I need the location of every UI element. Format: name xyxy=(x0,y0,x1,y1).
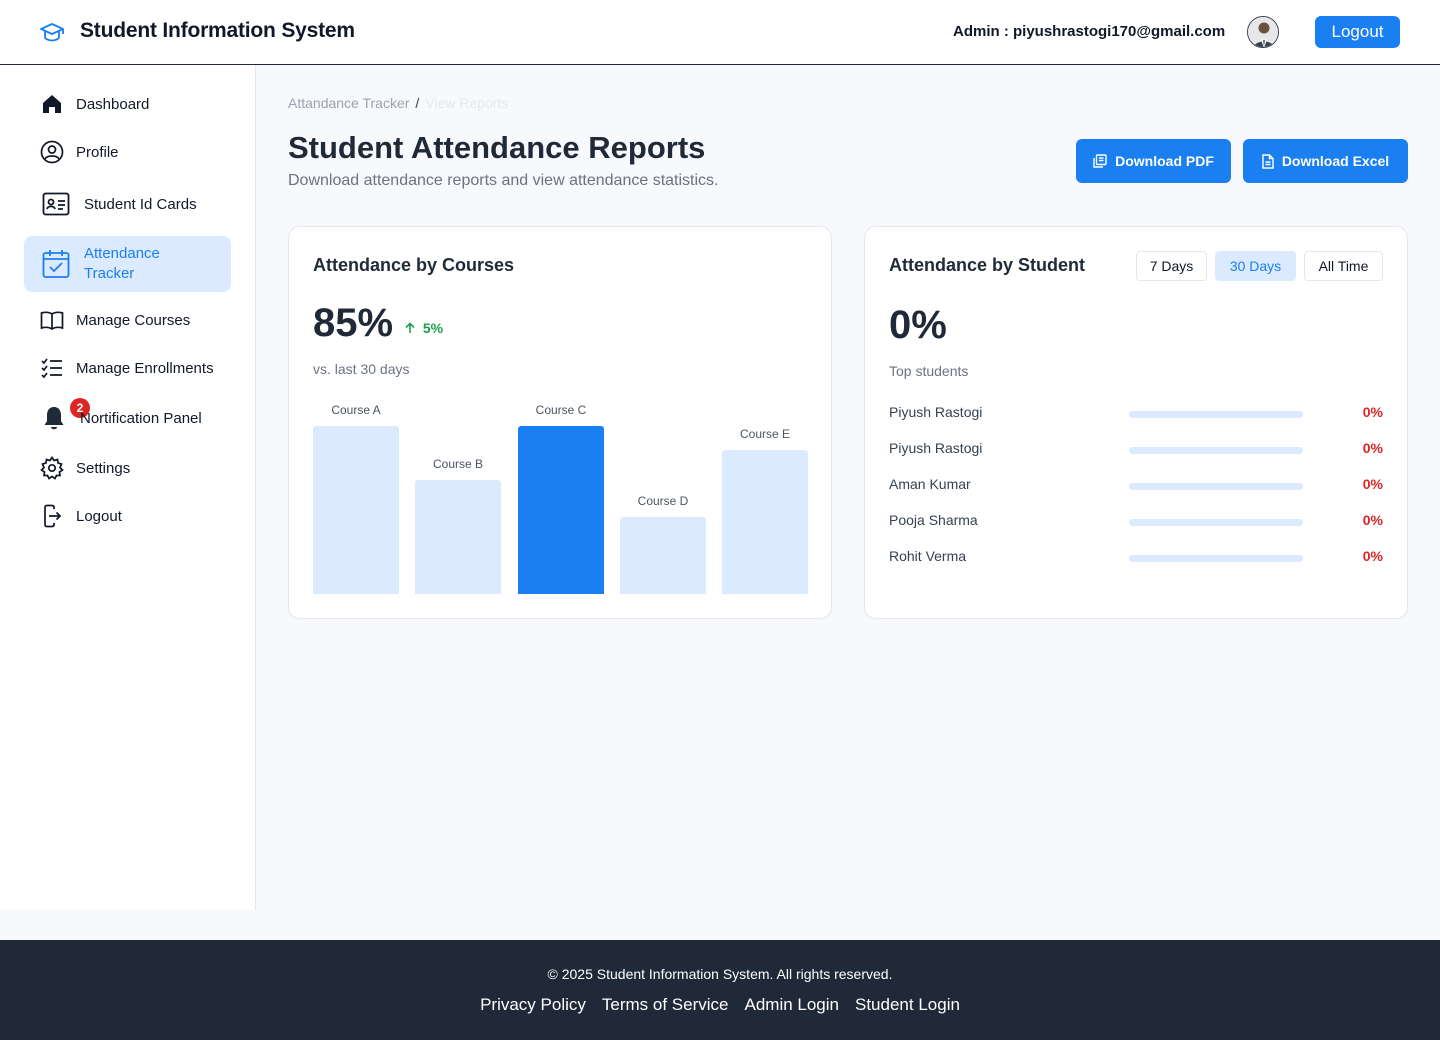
sidebar-item-label: Dashboard xyxy=(76,95,150,113)
student-name: Aman Kumar xyxy=(889,476,971,492)
sidebar-item-manage-enrollments[interactable]: Manage Enrollments xyxy=(24,355,231,381)
course-bar-label: Course C xyxy=(535,403,587,417)
student-attendance-percent: 0% xyxy=(1362,548,1383,564)
course-bar-label: Course D xyxy=(637,494,689,508)
sidebar-item-manage-courses[interactable]: Manage Courses xyxy=(24,307,231,333)
sidebar-item-student-id-cards[interactable]: Student Id Cards xyxy=(24,191,231,217)
logout-button[interactable]: Logout xyxy=(1315,16,1400,48)
courses-attendance-stat: 85% xyxy=(313,301,394,345)
student-attendance-stat: 0% xyxy=(889,303,947,347)
courses-stat-caption: vs. last 30 days xyxy=(313,361,410,377)
student-card-title: Attendance by Student xyxy=(889,255,1086,275)
course-bar[interactable] xyxy=(313,426,399,594)
logout-icon xyxy=(40,504,64,528)
download-pdf-label: Download PDF xyxy=(1115,153,1214,169)
attendance-progress-bar xyxy=(1129,411,1303,418)
top-header: Student Information System Admin : piyus… xyxy=(0,0,1440,65)
admin-login-link[interactable]: Admin Login xyxy=(744,995,839,1015)
courses-card-title: Attendance by Courses xyxy=(313,255,515,275)
gear-icon xyxy=(40,456,64,480)
top-students-caption: Top students xyxy=(889,363,969,379)
id-card-icon xyxy=(42,192,70,216)
sidebar-item-logout[interactable]: Logout xyxy=(24,503,231,529)
filter-7-days[interactable]: 7 Days xyxy=(1136,251,1207,281)
trend-value: 5% xyxy=(422,320,444,336)
footer-links: Privacy Policy Terms of Service Admin Lo… xyxy=(0,995,1440,1015)
student-attendance-percent: 0% xyxy=(1362,440,1383,456)
download-excel-label: Download Excel xyxy=(1281,153,1390,169)
sidebar: Dashboard Profile Student Id Cards Atten… xyxy=(0,65,256,910)
sidebar-item-label: Settings xyxy=(76,459,131,477)
graduation-cap-icon xyxy=(40,23,64,42)
course-bar[interactable] xyxy=(518,426,604,594)
calendar-check-icon xyxy=(42,249,70,279)
sidebar-item-label: Student Id Cards xyxy=(84,195,197,213)
attendance-by-student-card: Attendance by Student 7 Days 30 Days All… xyxy=(864,226,1408,619)
copyright-text: © 2025 Student Information System. All r… xyxy=(547,966,893,982)
user-photo-icon xyxy=(1248,17,1278,47)
student-name: Piyush Rastogi xyxy=(889,404,983,420)
home-icon xyxy=(40,92,64,116)
bell-icon: 2 xyxy=(42,398,90,430)
sidebar-item-settings[interactable]: Settings xyxy=(24,455,231,481)
admin-email-label: Admin : piyushrastogi170@gmail.com xyxy=(953,23,1226,40)
course-bar[interactable] xyxy=(620,517,706,594)
attendance-progress-bar xyxy=(1129,519,1303,526)
student-row: Pooja Sharma 0% xyxy=(889,512,1383,532)
privacy-policy-link[interactable]: Privacy Policy xyxy=(480,995,586,1015)
sidebar-item-profile[interactable]: Profile xyxy=(24,139,231,165)
terms-of-service-link[interactable]: Terms of Service xyxy=(602,995,729,1015)
course-bar-label: Course A xyxy=(331,403,381,417)
student-row: Piyush Rastogi 0% xyxy=(889,440,1383,460)
sidebar-item-label: Profile xyxy=(76,143,119,161)
student-row: Aman Kumar 0% xyxy=(889,476,1383,496)
arrow-up-icon xyxy=(405,322,415,333)
checklist-icon xyxy=(40,356,64,380)
book-open-icon xyxy=(40,308,64,332)
sidebar-item-dashboard[interactable]: Dashboard xyxy=(24,91,231,117)
sidebar-item-attendance-tracker[interactable]: Attendance Tracker xyxy=(24,236,231,292)
student-login-link[interactable]: Student Login xyxy=(855,995,960,1015)
course-bar-label: Course E xyxy=(739,427,791,441)
student-name: Pooja Sharma xyxy=(889,512,978,528)
sidebar-item-label: Attendance Tracker xyxy=(84,245,160,282)
course-bar[interactable] xyxy=(415,480,501,594)
user-circle-icon xyxy=(40,140,64,164)
course-bar[interactable] xyxy=(722,450,808,594)
filter-all-time[interactable]: All Time xyxy=(1304,251,1383,281)
sidebar-item-label: Manage Enrollments xyxy=(76,359,214,377)
breadcrumb-separator: / xyxy=(415,95,420,111)
attendance-progress-bar xyxy=(1129,483,1303,490)
breadcrumb-current: View Reports xyxy=(425,95,509,111)
student-attendance-percent: 0% xyxy=(1362,512,1383,528)
sidebar-item-label: Logout xyxy=(76,507,122,525)
student-row: Rohit Verma 0% xyxy=(889,548,1383,568)
sidebar-item-label: Manage Courses xyxy=(76,311,191,329)
student-name: Piyush Rastogi xyxy=(889,440,983,456)
breadcrumb: Attandance Tracker / View Reports xyxy=(288,95,508,111)
page-title: Student Attendance Reports xyxy=(288,130,706,165)
footer: © 2025 Student Information System. All r… xyxy=(0,940,1440,1040)
sidebar-item-label: Nortification Panel xyxy=(80,409,202,427)
page-subtitle: Download attendance reports and view att… xyxy=(288,172,719,189)
app-title: Student Information System xyxy=(80,19,355,42)
trend-indicator: 5% xyxy=(405,320,443,336)
download-pdf-button[interactable]: Download PDF xyxy=(1076,139,1231,183)
download-excel-button[interactable]: Download Excel xyxy=(1243,139,1408,183)
breadcrumb-parent-link[interactable]: Attandance Tracker xyxy=(288,95,409,111)
student-attendance-percent: 0% xyxy=(1362,404,1383,420)
student-attendance-percent: 0% xyxy=(1362,476,1383,492)
pdf-file-icon xyxy=(1093,154,1107,168)
avatar[interactable] xyxy=(1247,16,1279,48)
sidebar-item-notification-panel[interactable]: 2 Nortification Panel xyxy=(24,398,231,431)
student-row: Piyush Rastogi 0% xyxy=(889,404,1383,424)
attendance-progress-bar xyxy=(1129,555,1303,562)
student-name: Rohit Verma xyxy=(889,548,967,564)
attendance-progress-bar xyxy=(1129,447,1303,454)
attendance-by-courses-card: Attendance by Courses 85% 5% vs. last 30… xyxy=(288,226,832,619)
course-bar-label: Course B xyxy=(432,457,484,471)
filter-30-days[interactable]: 30 Days xyxy=(1215,251,1296,281)
document-icon xyxy=(1262,153,1274,169)
